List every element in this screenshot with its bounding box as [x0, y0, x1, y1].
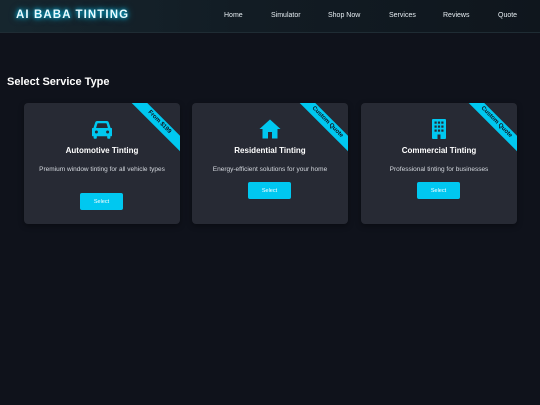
- site-logo[interactable]: AI BABA TINTING: [16, 9, 129, 21]
- select-commercial-button[interactable]: Select: [417, 182, 460, 199]
- service-card-commercial[interactable]: Custom Quote Commercial Tinting Professi…: [361, 103, 517, 224]
- nav-reviews[interactable]: Reviews: [443, 12, 469, 19]
- car-icon: [92, 121, 112, 139]
- nav-quote[interactable]: Quote: [498, 12, 517, 19]
- nav-services[interactable]: Services: [389, 12, 416, 19]
- service-card-automotive[interactable]: From $199 Automotive Tinting Premium win…: [24, 103, 180, 224]
- card-title: Residential Tinting: [234, 146, 306, 155]
- select-automotive-button[interactable]: Select: [80, 193, 123, 210]
- card-description: Professional tinting for businesses: [389, 166, 489, 173]
- site-header: AI BABA TINTING Home Simulator Shop Now …: [0, 0, 540, 33]
- nav-shop-now[interactable]: Shop Now: [328, 12, 360, 19]
- card-title: Commercial Tinting: [401, 146, 477, 155]
- card-description: Premium window tinting for all vehicle t…: [39, 166, 165, 173]
- home-icon: [259, 119, 281, 139]
- section-title: Select Service Type: [7, 76, 110, 88]
- service-card-residential[interactable]: Custom Quote Residential Tinting Energy-…: [192, 103, 348, 224]
- card-description: Energy-efficient solutions for your home: [212, 166, 328, 173]
- building-icon: [432, 119, 446, 139]
- select-residential-button[interactable]: Select: [248, 182, 291, 199]
- card-title: Automotive Tinting: [65, 146, 139, 155]
- nav-home[interactable]: Home: [224, 12, 243, 19]
- nav-simulator[interactable]: Simulator: [271, 12, 301, 19]
